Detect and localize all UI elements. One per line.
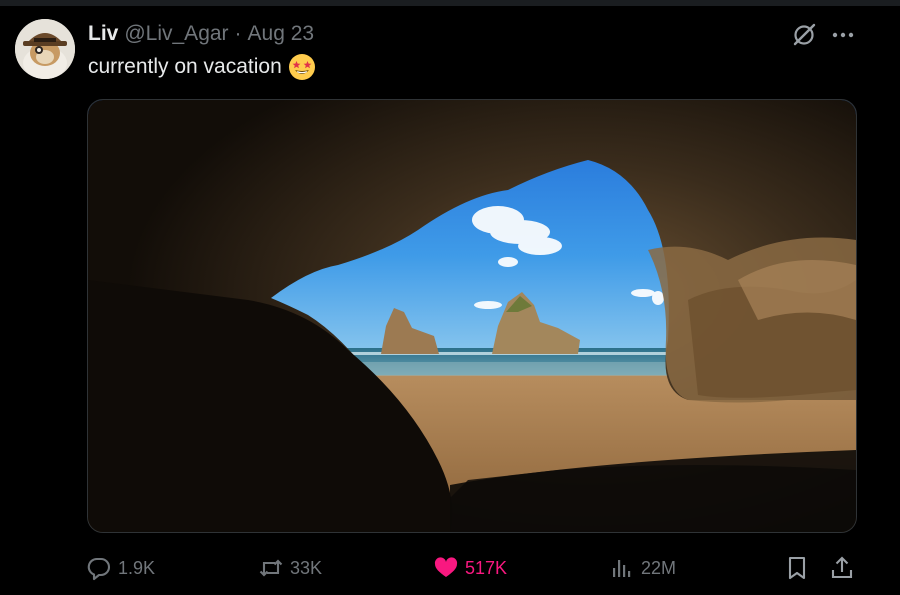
action-bar: 1.9K 33K 517K 22M: [0, 548, 900, 588]
more-icon[interactable]: [830, 22, 856, 48]
views-button[interactable]: 22M: [609, 548, 676, 588]
post-text-row: currently on vacation: [88, 52, 316, 82]
post-media-image[interactable]: [87, 99, 857, 533]
heart-icon: [434, 557, 458, 577]
views-chart-icon: [613, 560, 631, 577]
star-struck-emoji-icon: [288, 53, 316, 81]
like-count: 517K: [465, 557, 508, 578]
bookmark-button[interactable]: [784, 548, 816, 588]
reply-icon: [87, 557, 110, 581]
landscape-photo: [88, 100, 856, 532]
separator-dot: ·: [234, 22, 242, 45]
avatar-image: [15, 19, 75, 79]
views-count: 22M: [641, 557, 677, 578]
author-handle[interactable]: @Liv_Agar: [124, 22, 228, 46]
top-divider: [0, 0, 900, 6]
repost-button[interactable]: 33K: [258, 548, 322, 588]
reply-button[interactable]: 1.9K: [86, 548, 155, 588]
reply-count: 1.9K: [118, 557, 156, 578]
avatar[interactable]: [15, 19, 75, 79]
post-header: Liv @Liv_Agar · Aug 23: [88, 20, 314, 48]
repost-icon: [259, 559, 283, 577]
grok-icon[interactable]: [791, 22, 817, 48]
post-date[interactable]: Aug 23: [248, 22, 315, 46]
author-name[interactable]: Liv: [88, 22, 118, 46]
share-icon: [831, 556, 853, 579]
bookmark-icon: [788, 556, 806, 580]
post-text: currently on vacation: [88, 55, 282, 78]
share-button[interactable]: [829, 548, 861, 588]
repost-count: 33K: [290, 557, 323, 578]
like-button[interactable]: 517K: [433, 548, 507, 588]
